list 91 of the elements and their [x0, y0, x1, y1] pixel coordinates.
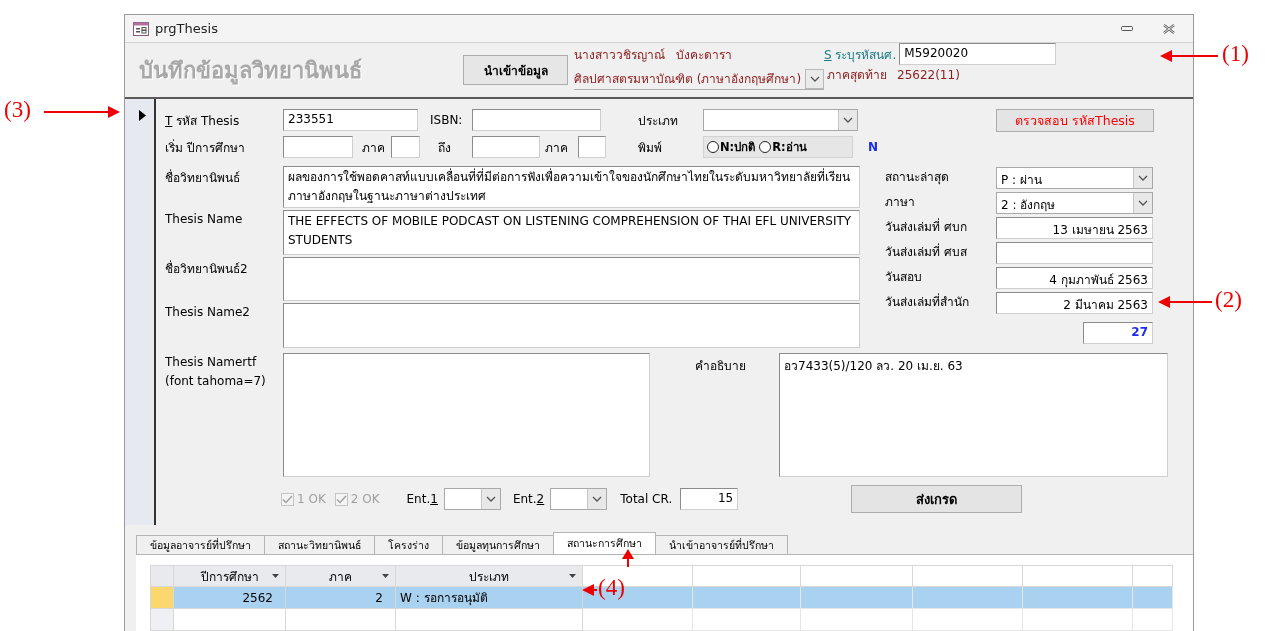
- field-label: Ent.1: [406, 492, 438, 506]
- tab[interactable]: ข้อมูลอาจารย์ที่ปรึกษา: [136, 535, 265, 554]
- field-label: ภาคสุดท้าย: [827, 67, 887, 84]
- checkbox: 2 OK: [334, 492, 380, 506]
- combo-box[interactable]: [703, 109, 858, 131]
- field-label: วันส่งเล่มที่ ศบส: [885, 242, 968, 261]
- form-title: บันทึกข้อมูลวิทยานิพนธ์: [139, 57, 363, 87]
- combo-box[interactable]: 2 : อังกฤษ: [996, 192, 1153, 214]
- student-name: นางสาววชิรญาณ์ บังคะดารา: [574, 47, 734, 64]
- chevron-icon: [1138, 200, 1148, 206]
- chevron-icon: [809, 75, 820, 82]
- field-label: ภาษา: [885, 194, 916, 211]
- callout-label: (3): [4, 97, 31, 123]
- callout-arrow: [1160, 50, 1218, 62]
- chevron-icon: [592, 496, 603, 502]
- field-label: ประเภท: [638, 112, 679, 130]
- checkbox: 1 OK: [281, 492, 326, 506]
- dropdown-icon[interactable]: [382, 574, 389, 578]
- text-field[interactable]: [472, 136, 540, 158]
- combo-box[interactable]: [550, 488, 608, 510]
- student-id-field[interactable]: M5920020: [899, 43, 1057, 65]
- text-field[interactable]: [391, 136, 420, 158]
- text-field[interactable]: [283, 136, 353, 158]
- text-field[interactable]: [578, 136, 606, 158]
- field-label: สถานะล่าสุด: [885, 169, 950, 187]
- field-label: Thesis Name: [165, 211, 244, 226]
- text-field[interactable]: 15: [680, 488, 739, 510]
- date-field[interactable]: 4 กุมภาพันธ์ 2563: [996, 267, 1153, 289]
- field-label: Thesis Name2: [165, 304, 251, 319]
- callout-arrow: [582, 584, 597, 596]
- text-area[interactable]: อว7433(5)/120 ลว. 20 เม.ย. 63: [779, 353, 1168, 477]
- chevron-icon: [1138, 175, 1148, 181]
- tab[interactable]: นำเข้าอาจารย์ที่ปรึกษา: [655, 535, 788, 554]
- column-header[interactable]: ปีการศึกษา: [173, 565, 286, 587]
- field-label: ภาค: [362, 139, 386, 157]
- date-field[interactable]: 13 เมษายน 2563: [996, 217, 1153, 239]
- field-label: ISBN:: [430, 113, 464, 127]
- record-selector[interactable]: [125, 99, 156, 525]
- field-label: S ระบุรหัสนศ.: [824, 46, 897, 64]
- print-code: N: [868, 140, 879, 154]
- field-label: Total CR.: [620, 492, 673, 506]
- date-field[interactable]: [996, 242, 1153, 264]
- field-label: พิมพ์: [638, 139, 663, 157]
- field-label: วันส่งเล่มที่ ศบก: [885, 217, 968, 236]
- checkmark-icon: [282, 494, 293, 504]
- field-value: 25622(11): [897, 67, 960, 82]
- dropdown-icon[interactable]: [569, 574, 576, 578]
- callout-label: (1): [1222, 41, 1249, 67]
- field-label: เริ่ม ปีการศึกษา: [165, 138, 246, 157]
- close-icon: [1163, 23, 1175, 34]
- form-icon: [133, 21, 149, 36]
- tab[interactable]: สถานะการศึกษา: [553, 532, 656, 554]
- grade-button[interactable]: ส่งเกรด: [851, 485, 1023, 513]
- field-label: วันส่งเล่มที่สำนัก: [885, 292, 970, 311]
- chevron-icon: [485, 496, 496, 502]
- callout-arrow: [1158, 296, 1212, 308]
- text-area[interactable]: THE EFFECTS OF MOBILE PODCAST ON LISTENING COMPREHENSION OF THAI EFL UNIVERSITY STUDENTS: [283, 210, 860, 255]
- field-label: T รหัส Thesis: [165, 112, 241, 130]
- radio-button[interactable]: R:อ่าน: [759, 138, 807, 156]
- column-header[interactable]: ภาค: [285, 565, 396, 587]
- record-pointer-icon: [139, 110, 146, 121]
- combo-box[interactable]: [443, 488, 501, 510]
- text-area[interactable]: [283, 303, 860, 348]
- column-header[interactable]: ประเภท: [395, 565, 583, 587]
- text-field[interactable]: 233551: [283, 109, 418, 131]
- field-label: ชื่อวิทยานิพนธ์: [165, 168, 241, 187]
- combo-box[interactable]: P : ผ่าน: [996, 167, 1153, 189]
- program-combo[interactable]: ศิลปศาสตรมหาบัณฑิต (ภาษาอังกฤษศึกษา): [574, 68, 824, 90]
- dropdown-icon[interactable]: [272, 574, 279, 578]
- minimize-icon: [1121, 25, 1133, 32]
- field-label: ถึง: [438, 139, 452, 157]
- date-field[interactable]: 2 มีนาคม 2563: [996, 292, 1153, 314]
- radio-button[interactable]: N:ปกติ: [707, 138, 756, 156]
- field-label: วันสอบ: [885, 269, 923, 286]
- callout-arrow: [622, 549, 634, 567]
- field-label: Ent.2: [512, 492, 545, 506]
- text-area[interactable]: ผลของการใช้พอดคาสท์แบบเคลื่อนที่ที่มีต่อการฟังเพื่อความเข้าใจของนักศึกษาไทยในระดับมหาวิทยาลัยที่เรียนภาษาอังกฤษในฐานะภาษาต่างประเทศ: [283, 166, 860, 208]
- text-area[interactable]: [283, 257, 860, 301]
- checkmark-icon: [335, 494, 347, 504]
- import-button[interactable]: นำเข้าข้อมูล: [463, 55, 568, 85]
- field-label: Thesis Namertf (font tahoma=7): [165, 354, 267, 390]
- chevron-icon: [843, 117, 853, 123]
- field-label: ชื่อวิทยานิพนธ์2: [165, 259, 249, 278]
- table-cell: W : รอการอนุมัติ: [395, 586, 583, 609]
- tab[interactable]: ข้อมูลทุนการศึกษา: [442, 535, 554, 554]
- callout-label: (2): [1215, 287, 1242, 313]
- text-field[interactable]: [472, 109, 601, 131]
- field-label: ภาค: [545, 139, 569, 157]
- count-field[interactable]: 27: [1083, 322, 1153, 344]
- field-label: คำอธิบาย: [695, 358, 747, 375]
- window-title: prgThesis: [155, 21, 218, 36]
